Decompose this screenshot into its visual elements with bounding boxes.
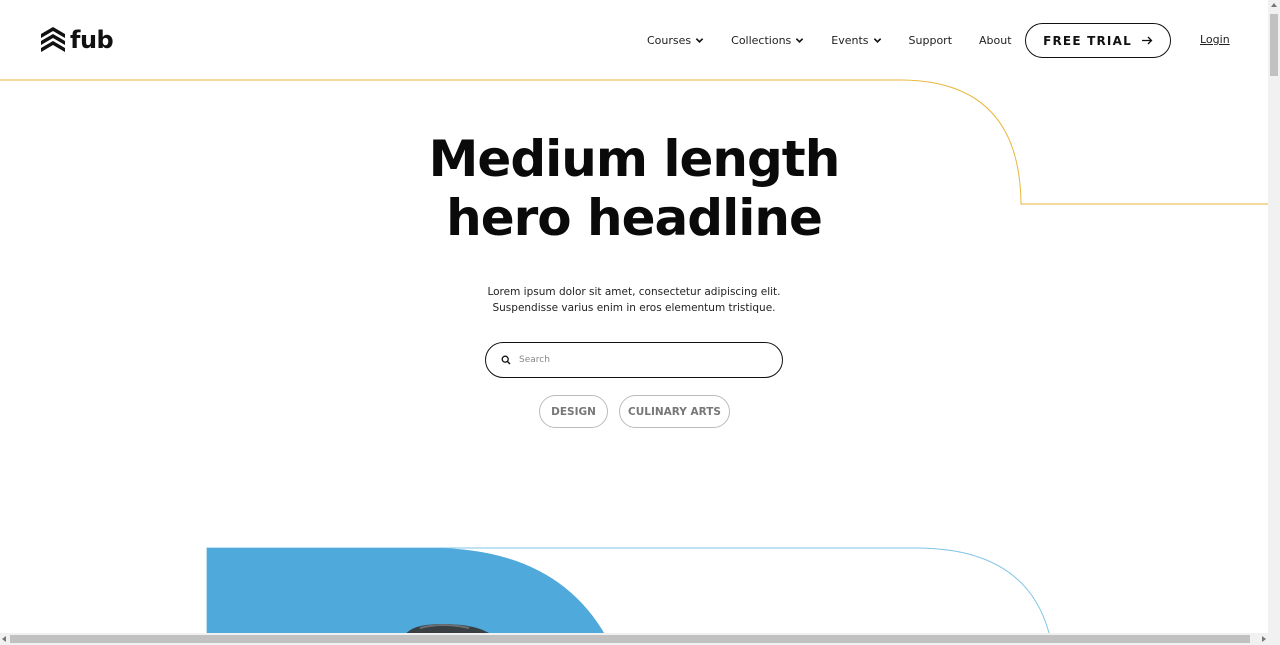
stacked-chevrons-logo-icon [41,27,65,52]
search-icon [501,355,511,365]
nav-item-events[interactable]: Events [831,34,881,47]
chevron-down-icon [873,37,881,43]
scroll-left-icon[interactable] [2,636,6,642]
brand-logo[interactable]: fub [40,26,114,54]
arrow-right-icon [1141,36,1153,45]
nav-item-label: Collections [731,33,792,47]
horizontal-scrollbar[interactable] [0,633,1280,645]
nav-item-label: Events [831,33,869,47]
vertical-scroll-thumb[interactable] [1270,14,1278,76]
brand-name: fub [70,26,114,54]
hero-headline: Medium length hero headline [0,130,1268,248]
nav-item-courses[interactable]: Courses [647,34,704,47]
search-input[interactable] [519,355,759,365]
free-trial-button[interactable]: FREE TRIAL [1025,23,1171,58]
category-tags: DESIGN CULINARY ARTS [539,395,730,428]
feature-image [207,548,607,645]
free-trial-label: FREE TRIAL [1043,33,1132,48]
login-link[interactable]: Login [1200,33,1230,46]
nav-item-collections[interactable]: Collections [731,34,804,47]
nav-item-support[interactable]: Support [909,34,952,47]
search-bar[interactable] [485,342,783,378]
tag-culinary-arts[interactable]: CULINARY ARTS [619,395,730,428]
hero-subtext-line-1: Lorem ipsum dolor sit amet, consectetur … [487,286,781,298]
hero-subtext: Lorem ipsum dolor sit amet, consectetur … [0,284,1268,316]
nav-item-label: About [979,33,1012,47]
chevron-down-icon [695,37,704,43]
nav-item-label: Courses [647,33,692,47]
nav-item-label: Support [908,33,953,47]
chevron-down-icon [796,37,804,43]
hero-subtext-line-2: Suspendisse varius enim in eros elementu… [492,302,776,314]
scroll-right-icon[interactable] [1262,636,1266,642]
site-header: fub Courses Collections Events Support A… [0,0,1268,80]
main-nav: Courses Collections Events Support About [647,31,1012,49]
hero-headline-line-2: hero headline [446,189,823,247]
horizontal-scroll-thumb[interactable] [10,635,1250,643]
tag-design[interactable]: DESIGN [539,395,608,428]
nav-item-about[interactable]: About [979,34,1012,47]
hero-headline-line-1: Medium length [428,130,841,188]
vertical-scrollbar[interactable] [1268,0,1280,633]
scroll-up-icon[interactable] [1271,3,1277,7]
